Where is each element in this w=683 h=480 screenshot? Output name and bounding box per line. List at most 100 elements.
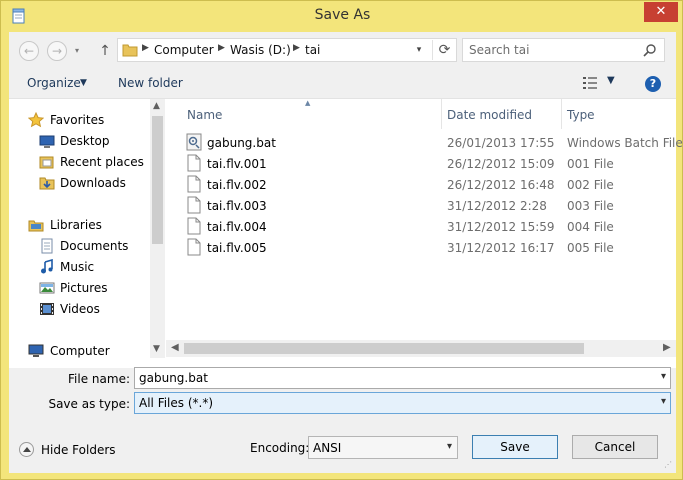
browser-panes: Favorites Desktop Recent places Download…	[9, 98, 683, 368]
nav-item-computer[interactable]: Computer	[9, 341, 149, 358]
recent-places-icon	[39, 156, 54, 169]
view-dropdown-icon[interactable]: ▼	[607, 75, 615, 86]
nav-item-documents[interactable]: Documents	[9, 236, 149, 257]
file-icon	[187, 238, 201, 256]
close-button[interactable]: ✕	[644, 2, 678, 22]
file-date: 26/12/2012 15:09	[447, 157, 555, 171]
file-icon	[187, 175, 201, 193]
organize-button[interactable]: Organize	[27, 76, 81, 90]
window-title: Save As	[314, 7, 371, 23]
save-type-select[interactable]: All Files (*.*) ▾	[134, 392, 671, 414]
desktop-icon	[39, 135, 55, 148]
recent-locations-chevron-icon[interactable]: ▾	[75, 46, 79, 55]
scroll-right-icon[interactable]: ▶	[663, 342, 671, 353]
file-name-input[interactable]	[139, 370, 639, 386]
nav-item-favorites[interactable]: Favorites	[9, 110, 149, 131]
nav-item-recent-places[interactable]: Recent places	[9, 152, 149, 173]
nav-item-desktop[interactable]: Desktop	[9, 131, 149, 152]
column-divider[interactable]	[561, 99, 562, 129]
downloads-icon	[39, 177, 55, 190]
batch-file-icon	[186, 133, 202, 151]
file-type: 004 File	[567, 220, 614, 234]
breadcrumb-tai[interactable]: tai	[305, 43, 320, 57]
computer-icon	[28, 344, 44, 357]
cancel-button[interactable]: Cancel	[572, 435, 658, 459]
help-icon[interactable]: ?	[645, 76, 661, 92]
file-type: 003 File	[567, 199, 614, 213]
file-row[interactable]: tai.flv.005 31/12/2012 16:17 005 File	[184, 237, 676, 258]
organize-chevron-icon[interactable]: ▼	[80, 78, 87, 88]
navigation-scrollbar[interactable]: ▲ ▼	[150, 99, 165, 358]
file-date: 26/12/2012 16:48	[447, 178, 555, 192]
chevron-down-icon[interactable]: ▾	[661, 396, 666, 407]
file-name-label: File name:	[68, 372, 130, 386]
libraries-icon	[28, 220, 44, 232]
save-button[interactable]: Save	[472, 435, 558, 459]
file-name: tai.flv.004	[207, 220, 267, 234]
scroll-left-icon[interactable]: ◀	[171, 342, 179, 353]
scrollbar-thumb[interactable]	[184, 343, 584, 354]
nav-item-videos[interactable]: Videos	[9, 299, 149, 320]
encoding-select[interactable]: ANSI ▾	[308, 436, 458, 459]
file-row[interactable]: tai.flv.001 26/12/2012 15:09 001 File	[184, 153, 676, 174]
chevron-down-icon[interactable]: ▾	[447, 441, 452, 452]
address-dropdown-icon[interactable]: ▾	[410, 42, 428, 58]
breadcrumb-computer[interactable]: Computer	[154, 43, 214, 57]
column-header-type[interactable]: Type	[567, 108, 595, 122]
resize-grip-icon[interactable]: ⋰	[664, 460, 672, 469]
documents-icon	[41, 238, 53, 254]
file-date: 31/12/2012 2:28	[447, 199, 547, 213]
file-name-field[interactable]: ▾	[134, 367, 671, 389]
save-type-value: All Files (*.*)	[139, 396, 214, 410]
file-name: tai.flv.005	[207, 241, 267, 255]
breadcrumb-separator: ▶	[293, 43, 300, 53]
search-box[interactable]	[462, 38, 665, 62]
chevron-down-icon[interactable]: ▾	[661, 371, 666, 382]
file-type: 001 File	[567, 157, 614, 171]
file-date: 31/12/2012 16:17	[447, 241, 555, 255]
refresh-icon[interactable]: ⟳	[432, 40, 456, 60]
file-row[interactable]: gabung.bat 26/01/2013 17:55 Windows Batc…	[184, 132, 683, 153]
up-button[interactable]: ↑	[97, 41, 113, 61]
hide-folders-label: Hide Folders	[41, 443, 116, 457]
column-divider[interactable]	[441, 99, 442, 129]
forward-button[interactable]: →	[47, 41, 67, 61]
nav-item-downloads[interactable]: Downloads	[9, 173, 149, 194]
horizontal-scrollbar[interactable]: ◀ ▶	[166, 340, 676, 357]
file-type: 005 File	[567, 241, 614, 255]
file-row[interactable]: tai.flv.003 31/12/2012 2:28 003 File	[184, 195, 676, 216]
scroll-up-icon[interactable]: ▲	[153, 101, 160, 111]
dialog-body: ← → ▾ ↑ ▶ Computer ▶ Wasis (D:) ▶ tai ▾ …	[9, 32, 683, 473]
file-type: 002 File	[567, 178, 614, 192]
nav-item-pictures[interactable]: Pictures	[9, 278, 149, 299]
search-input[interactable]	[469, 42, 639, 58]
collapse-icon	[19, 442, 34, 457]
file-row[interactable]: tai.flv.002 26/12/2012 16:48 002 File	[184, 174, 676, 195]
scroll-down-icon[interactable]: ▼	[153, 344, 160, 354]
breadcrumb-separator: ▶	[142, 43, 149, 53]
file-icon	[187, 196, 201, 214]
folder-icon	[122, 44, 138, 57]
title-bar[interactable]: Save As ✕	[1, 1, 683, 32]
nav-item-music[interactable]: Music	[9, 257, 149, 278]
encoding-value: ANSI	[313, 441, 342, 455]
file-name: gabung.bat	[207, 136, 276, 150]
address-bar[interactable]: ▶ Computer ▶ Wasis (D:) ▶ tai ▾ ⟳	[117, 38, 457, 62]
column-header-name[interactable]: Name	[187, 108, 222, 122]
save-as-dialog: Save As ✕ ← → ▾ ↑ ▶ Computer ▶ Wasis (D:…	[0, 0, 683, 480]
new-folder-button[interactable]: New folder	[118, 76, 183, 90]
back-button[interactable]: ←	[19, 41, 39, 61]
videos-icon	[40, 303, 54, 315]
search-icon[interactable]	[643, 43, 657, 57]
file-row[interactable]: tai.flv.004 31/12/2012 15:59 004 File	[184, 216, 676, 237]
pictures-icon	[39, 282, 55, 294]
file-date: 26/01/2013 17:55	[447, 136, 555, 150]
scrollbar-thumb[interactable]	[152, 116, 163, 244]
breadcrumb-separator: ▶	[218, 43, 225, 53]
column-header-date[interactable]: Date modified	[447, 108, 532, 122]
file-name: tai.flv.002	[207, 178, 267, 192]
nav-item-libraries[interactable]: Libraries	[9, 215, 149, 236]
view-options-icon[interactable]	[583, 77, 597, 89]
breadcrumb-drive[interactable]: Wasis (D:)	[230, 43, 291, 57]
encoding-label: Encoding:	[250, 441, 310, 455]
